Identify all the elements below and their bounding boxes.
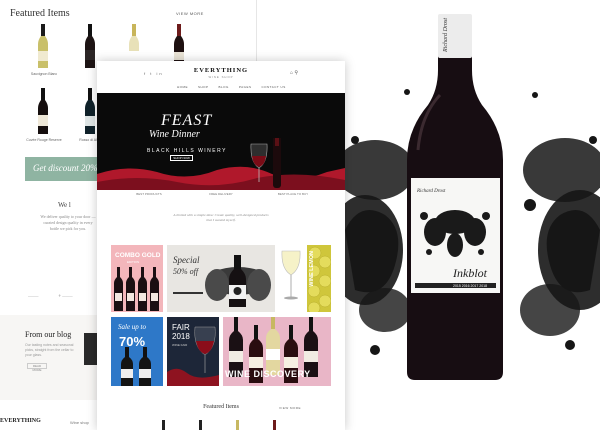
footer-link[interactable]: Wine shop [70,420,89,425]
footer-logo[interactable]: EVERYTHING [0,418,41,424]
wine-name: Inkblot [452,266,488,280]
wine-lemon-tile[interactable]: WINE LEMON [279,245,331,312]
red-wine-bottle[interactable] [83,24,97,68]
intro-text: A limited with a simple idea: Create qua… [173,213,269,222]
white-wine-bottle[interactable] [36,24,50,68]
nav-item-contact[interactable]: CONTACT US [261,85,285,89]
features-row: BEST PRODUCTS FREE DELIVERY BEST PLACE T… [97,192,345,204]
ink-splash-image [205,255,271,307]
view-more-link[interactable]: VIEW MORE [176,11,204,16]
main-nav: HOME SHOP BLOG PAGES CONTACT US [177,85,286,89]
shop-now-button[interactable]: SHOP NOW [170,155,193,161]
wine-discovery-label: WINE DISCOVERY [225,369,311,379]
divider [173,292,203,294]
sale-tile[interactable]: Sale up to 70% [111,317,163,386]
discount-banner[interactable]: Get discount 20% [25,157,105,181]
feature-item: FREE DELIVERY [209,192,233,196]
special-label: Special [173,255,200,265]
special-off-label: 50% off [173,267,199,276]
hero-subtitle: Wine Dinner [149,129,200,140]
nav-item-home[interactable]: HOME [177,85,188,89]
hero-banner: FEAST Wine Dinner BLACK HILLS WINERY SHO… [97,93,345,190]
main-page-preview: f t in EVERYTHING WINE SHOP ⌂ ⚲ HOME SHO… [97,61,345,430]
section-heading: We l [58,201,71,209]
cart-icon[interactable]: ⌂ ⚲ [290,70,298,76]
vintage-label: 2015 2016 2017 2018 [453,284,487,288]
brand-logo: ⚘ ——— [58,294,73,298]
hero-title: FEAST [161,112,213,129]
lemon-glass-image [281,245,331,312]
featured-items-heading: Featured Items [10,8,70,19]
site-logo[interactable]: EVERYTHING [97,67,345,74]
brand-script: Richard Drost [443,18,449,53]
red-cloth-decoration [97,166,345,190]
nav-item-shop[interactable]: SHOP [198,85,209,89]
wine-bottle [407,14,503,380]
view-more-link[interactable]: VIEW MORE [279,406,301,410]
product-caption: Sauvignon Blanc [30,72,58,76]
product-caption: Cuvée Rouge Reserve [26,138,62,142]
red-wine-bottle[interactable] [36,88,50,134]
site-logo-subtitle: WINE SHOP [208,75,234,79]
blog-thumbnail[interactable] [84,333,97,365]
wine-glass-image [250,138,281,188]
label-brand: Richard Drost [416,189,446,194]
blog-heading: From our blog [25,330,72,339]
nav-item-pages[interactable]: PAGES [239,85,252,89]
read-more-button[interactable]: READ MORE [27,363,47,372]
combo-edition-label: EDITION [127,260,140,264]
section-paragraph: We deliver quality to your door — curate… [40,214,96,231]
featured-items-heading: Featured Items [203,404,239,410]
brand-logo: ——— [28,294,39,298]
combo-gold-label: COMBO GOLD [115,252,161,259]
featured-bottles-peek [162,420,276,430]
wine-pour-image [167,326,219,386]
wine-fair-tile[interactable]: FAIR 2018 WINE FAIR [167,317,219,386]
special-offer-tile[interactable]: Special 50% off [167,245,275,312]
hero-winery: BLACK HILLS WINERY [147,148,227,154]
feature-item: BEST PRODUCTS [136,192,162,196]
wine-discovery-tile[interactable]: WINE DISCOVERY [223,317,331,386]
sale-label: Sale up to [118,323,146,331]
nav-item-blog[interactable]: BLOG [219,85,229,89]
red-wine-bottle[interactable] [83,88,97,134]
wine-lemon-label: WINE LEMON [309,251,315,287]
bottles-image [114,267,159,311]
bottles-image [121,347,151,386]
combo-gold-tile[interactable]: COMBO GOLD EDITION [111,245,163,312]
blog-text: Our tasting notes and seasonal picks, st… [25,343,74,357]
product-bottle-image: Richard Drost Richard Drost Inkblot 2015… [345,14,600,380]
feature-item: BEST PLACE TO BUY [277,192,309,196]
